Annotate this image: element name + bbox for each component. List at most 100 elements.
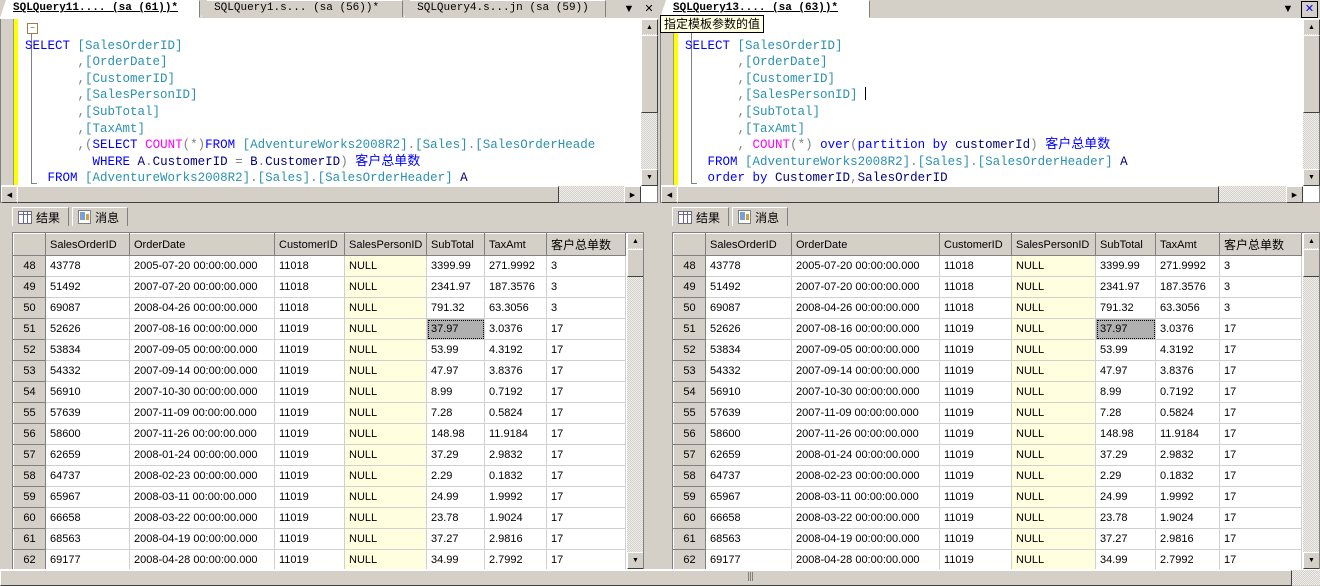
cell-SalesPersonID[interactable]: NULL xyxy=(1011,444,1096,466)
cell-SalesPersonID[interactable]: NULL xyxy=(1011,549,1096,569)
cell-TaxAmt[interactable]: 2.7992 xyxy=(1155,549,1220,569)
cell-SalesPersonID[interactable]: NULL xyxy=(344,465,427,487)
row-header[interactable]: 49 xyxy=(673,276,706,298)
table-row[interactable]: 50 69087 2008-04-26 00:00:00.000 11018 NULL 7… xyxy=(13,297,626,319)
left-results-grid[interactable]: SalesOrderID OrderDate CustomerID SalesPers… xyxy=(12,232,644,570)
cell-CustomerID[interactable]: 11019 xyxy=(939,507,1012,529)
cell-SubTotal[interactable]: 3399.99 xyxy=(426,255,485,277)
row-header[interactable]: 54 xyxy=(673,381,706,403)
cell-SubTotal[interactable]: 791.32 xyxy=(426,297,485,319)
cell-CustomerID[interactable]: 11018 xyxy=(274,297,345,319)
cell-SalesOrderID[interactable]: 69177 xyxy=(705,549,792,569)
cell-OrderDate[interactable]: 2007-09-05 00:00:00.000 xyxy=(129,339,275,361)
cell-SalesPersonID[interactable]: NULL xyxy=(344,339,427,361)
cell-SalesPersonID[interactable]: NULL xyxy=(1011,297,1096,319)
cell-SalesOrderID[interactable]: 43778 xyxy=(705,255,792,277)
cell-SalesOrderID[interactable]: 57639 xyxy=(45,402,130,424)
cell-SalesPersonID[interactable]: NULL xyxy=(344,549,427,569)
cell-OrderDate[interactable]: 2005-07-20 00:00:00.000 xyxy=(791,255,940,277)
cell-SalesPersonID[interactable]: NULL xyxy=(1011,486,1096,508)
right-grid-vscrollbar[interactable]: ▲ ▼ xyxy=(1302,233,1319,569)
cell-SubTotal[interactable]: 2341.97 xyxy=(1095,276,1156,298)
cell-CustomerID[interactable]: 11019 xyxy=(274,339,345,361)
cell-SalesPersonID[interactable]: NULL xyxy=(344,507,427,529)
cell-SubTotal[interactable]: 47.97 xyxy=(1095,360,1156,382)
table-row[interactable]: 61 68563 2008-04-19 00:00:00.000 11019 NULL 3… xyxy=(13,528,626,550)
right-editor-hscroll-thumb[interactable] xyxy=(677,186,1219,203)
cell-SalesPersonID[interactable]: NULL xyxy=(1011,402,1096,424)
cell-SubTotal[interactable]: 37.27 xyxy=(426,528,485,550)
cell-客户总单数[interactable]: 17 xyxy=(546,444,626,466)
table-row[interactable]: 58 64737 2008-02-23 00:00:00.000 11019 NULL 2… xyxy=(673,465,1302,487)
table-row[interactable]: 57 62659 2008-01-24 00:00:00.000 11019 NULL 3… xyxy=(673,444,1302,466)
cell-SalesPersonID[interactable]: NULL xyxy=(1011,276,1096,298)
cell-客户总单数[interactable]: 17 xyxy=(1219,402,1302,424)
right-editor-selection-margin[interactable] xyxy=(678,19,684,202)
row-header[interactable]: 62 xyxy=(673,549,706,569)
cell-CustomerID[interactable]: 11019 xyxy=(939,486,1012,508)
row-header[interactable]: 54 xyxy=(13,381,46,403)
cell-TaxAmt[interactable]: 3.0376 xyxy=(484,318,547,340)
cell-SalesPersonID[interactable]: NULL xyxy=(1011,339,1096,361)
row-header[interactable]: 57 xyxy=(13,444,46,466)
table-row[interactable]: 61 68563 2008-04-19 00:00:00.000 11019 NULL 3… xyxy=(673,528,1302,550)
column-header-7[interactable]: 客户总单数 xyxy=(546,233,626,256)
table-row[interactable]: 54 56910 2007-10-30 00:00:00.000 11019 NULL 8… xyxy=(13,381,626,403)
cell-TaxAmt[interactable]: 3.8376 xyxy=(484,360,547,382)
left-editor-selection-margin[interactable] xyxy=(18,19,24,202)
grid-corner-header[interactable] xyxy=(673,233,706,256)
cell-SubTotal[interactable]: 7.28 xyxy=(426,402,485,424)
cell-客户总单数[interactable]: 17 xyxy=(1219,486,1302,508)
cell-SalesOrderID[interactable]: 43778 xyxy=(45,255,130,277)
column-header-4[interactable]: SalesPersonID xyxy=(344,233,427,256)
cell-TaxAmt[interactable]: 11.9184 xyxy=(484,423,547,445)
cell-SalesPersonID[interactable]: NULL xyxy=(1011,465,1096,487)
right-grid-vscroll-thumb[interactable] xyxy=(1303,249,1319,277)
cell-OrderDate[interactable]: 2007-08-16 00:00:00.000 xyxy=(129,318,275,340)
scroll-right-icon[interactable]: ▶ xyxy=(1286,186,1303,203)
cell-SubTotal[interactable]: 53.99 xyxy=(1095,339,1156,361)
cell-CustomerID[interactable]: 11019 xyxy=(939,360,1012,382)
cell-客户总单数[interactable]: 17 xyxy=(546,339,626,361)
cell-TaxAmt[interactable]: 1.9992 xyxy=(484,486,547,508)
cell-SalesOrderID[interactable]: 51492 xyxy=(45,276,130,298)
cell-CustomerID[interactable]: 11018 xyxy=(939,255,1012,277)
left-editor-hscrollbar[interactable]: ◀ ▶ xyxy=(1,185,641,203)
column-header-6[interactable]: TaxAmt xyxy=(1155,233,1220,256)
cell-SalesPersonID[interactable]: NULL xyxy=(344,360,427,382)
cell-CustomerID[interactable]: 11019 xyxy=(274,423,345,445)
cell-客户总单数[interactable]: 17 xyxy=(546,402,626,424)
cell-SalesOrderID[interactable]: 69177 xyxy=(45,549,130,569)
table-row[interactable]: 54 56910 2007-10-30 00:00:00.000 11019 NULL 8… xyxy=(673,381,1302,403)
table-row[interactable]: 51 52626 2007-08-16 00:00:00.000 11019 NULL 3… xyxy=(13,318,626,340)
cell-客户总单数[interactable]: 17 xyxy=(546,381,626,403)
cell-TaxAmt[interactable]: 2.9816 xyxy=(1155,528,1220,550)
cell-CustomerID[interactable]: 11019 xyxy=(274,360,345,382)
cell-客户总单数[interactable]: 17 xyxy=(546,318,626,340)
cell-OrderDate[interactable]: 2008-04-26 00:00:00.000 xyxy=(791,297,940,319)
row-header[interactable]: 58 xyxy=(673,465,706,487)
cell-客户总单数[interactable]: 17 xyxy=(546,507,626,529)
cell-SubTotal[interactable]: 47.97 xyxy=(426,360,485,382)
cell-TaxAmt[interactable]: 2.9832 xyxy=(1155,444,1220,466)
cell-SalesOrderID[interactable]: 69087 xyxy=(705,297,792,319)
cell-SalesPersonID[interactable]: NULL xyxy=(1011,360,1096,382)
cell-SalesOrderID[interactable]: 52626 xyxy=(705,318,792,340)
left-grid-vscroll-thumb[interactable] xyxy=(627,249,643,277)
cell-CustomerID[interactable]: 11019 xyxy=(274,444,345,466)
cell-客户总单数[interactable]: 17 xyxy=(546,423,626,445)
table-row[interactable]: 62 69177 2008-04-28 00:00:00.000 11019 NULL 3… xyxy=(673,549,1302,569)
left-editor-vscrollbar[interactable]: ▲ ▼ xyxy=(640,19,658,186)
cell-CustomerID[interactable]: 11018 xyxy=(274,255,345,277)
cell-客户总单数[interactable]: 17 xyxy=(546,549,626,569)
cell-SalesPersonID[interactable]: NULL xyxy=(1011,528,1096,550)
row-header[interactable]: 51 xyxy=(13,318,46,340)
cell-客户总单数[interactable]: 17 xyxy=(1219,465,1302,487)
table-row[interactable]: 51 52626 2007-08-16 00:00:00.000 11019 NULL 3… xyxy=(673,318,1302,340)
cell-SalesOrderID[interactable]: 51492 xyxy=(705,276,792,298)
cell-SalesOrderID[interactable]: 62659 xyxy=(705,444,792,466)
cell-OrderDate[interactable]: 2008-03-11 00:00:00.000 xyxy=(791,486,940,508)
row-header[interactable]: 55 xyxy=(13,402,46,424)
cell-SubTotal[interactable]: 791.32 xyxy=(1095,297,1156,319)
window-hscroll-thumb[interactable] xyxy=(0,570,1292,586)
